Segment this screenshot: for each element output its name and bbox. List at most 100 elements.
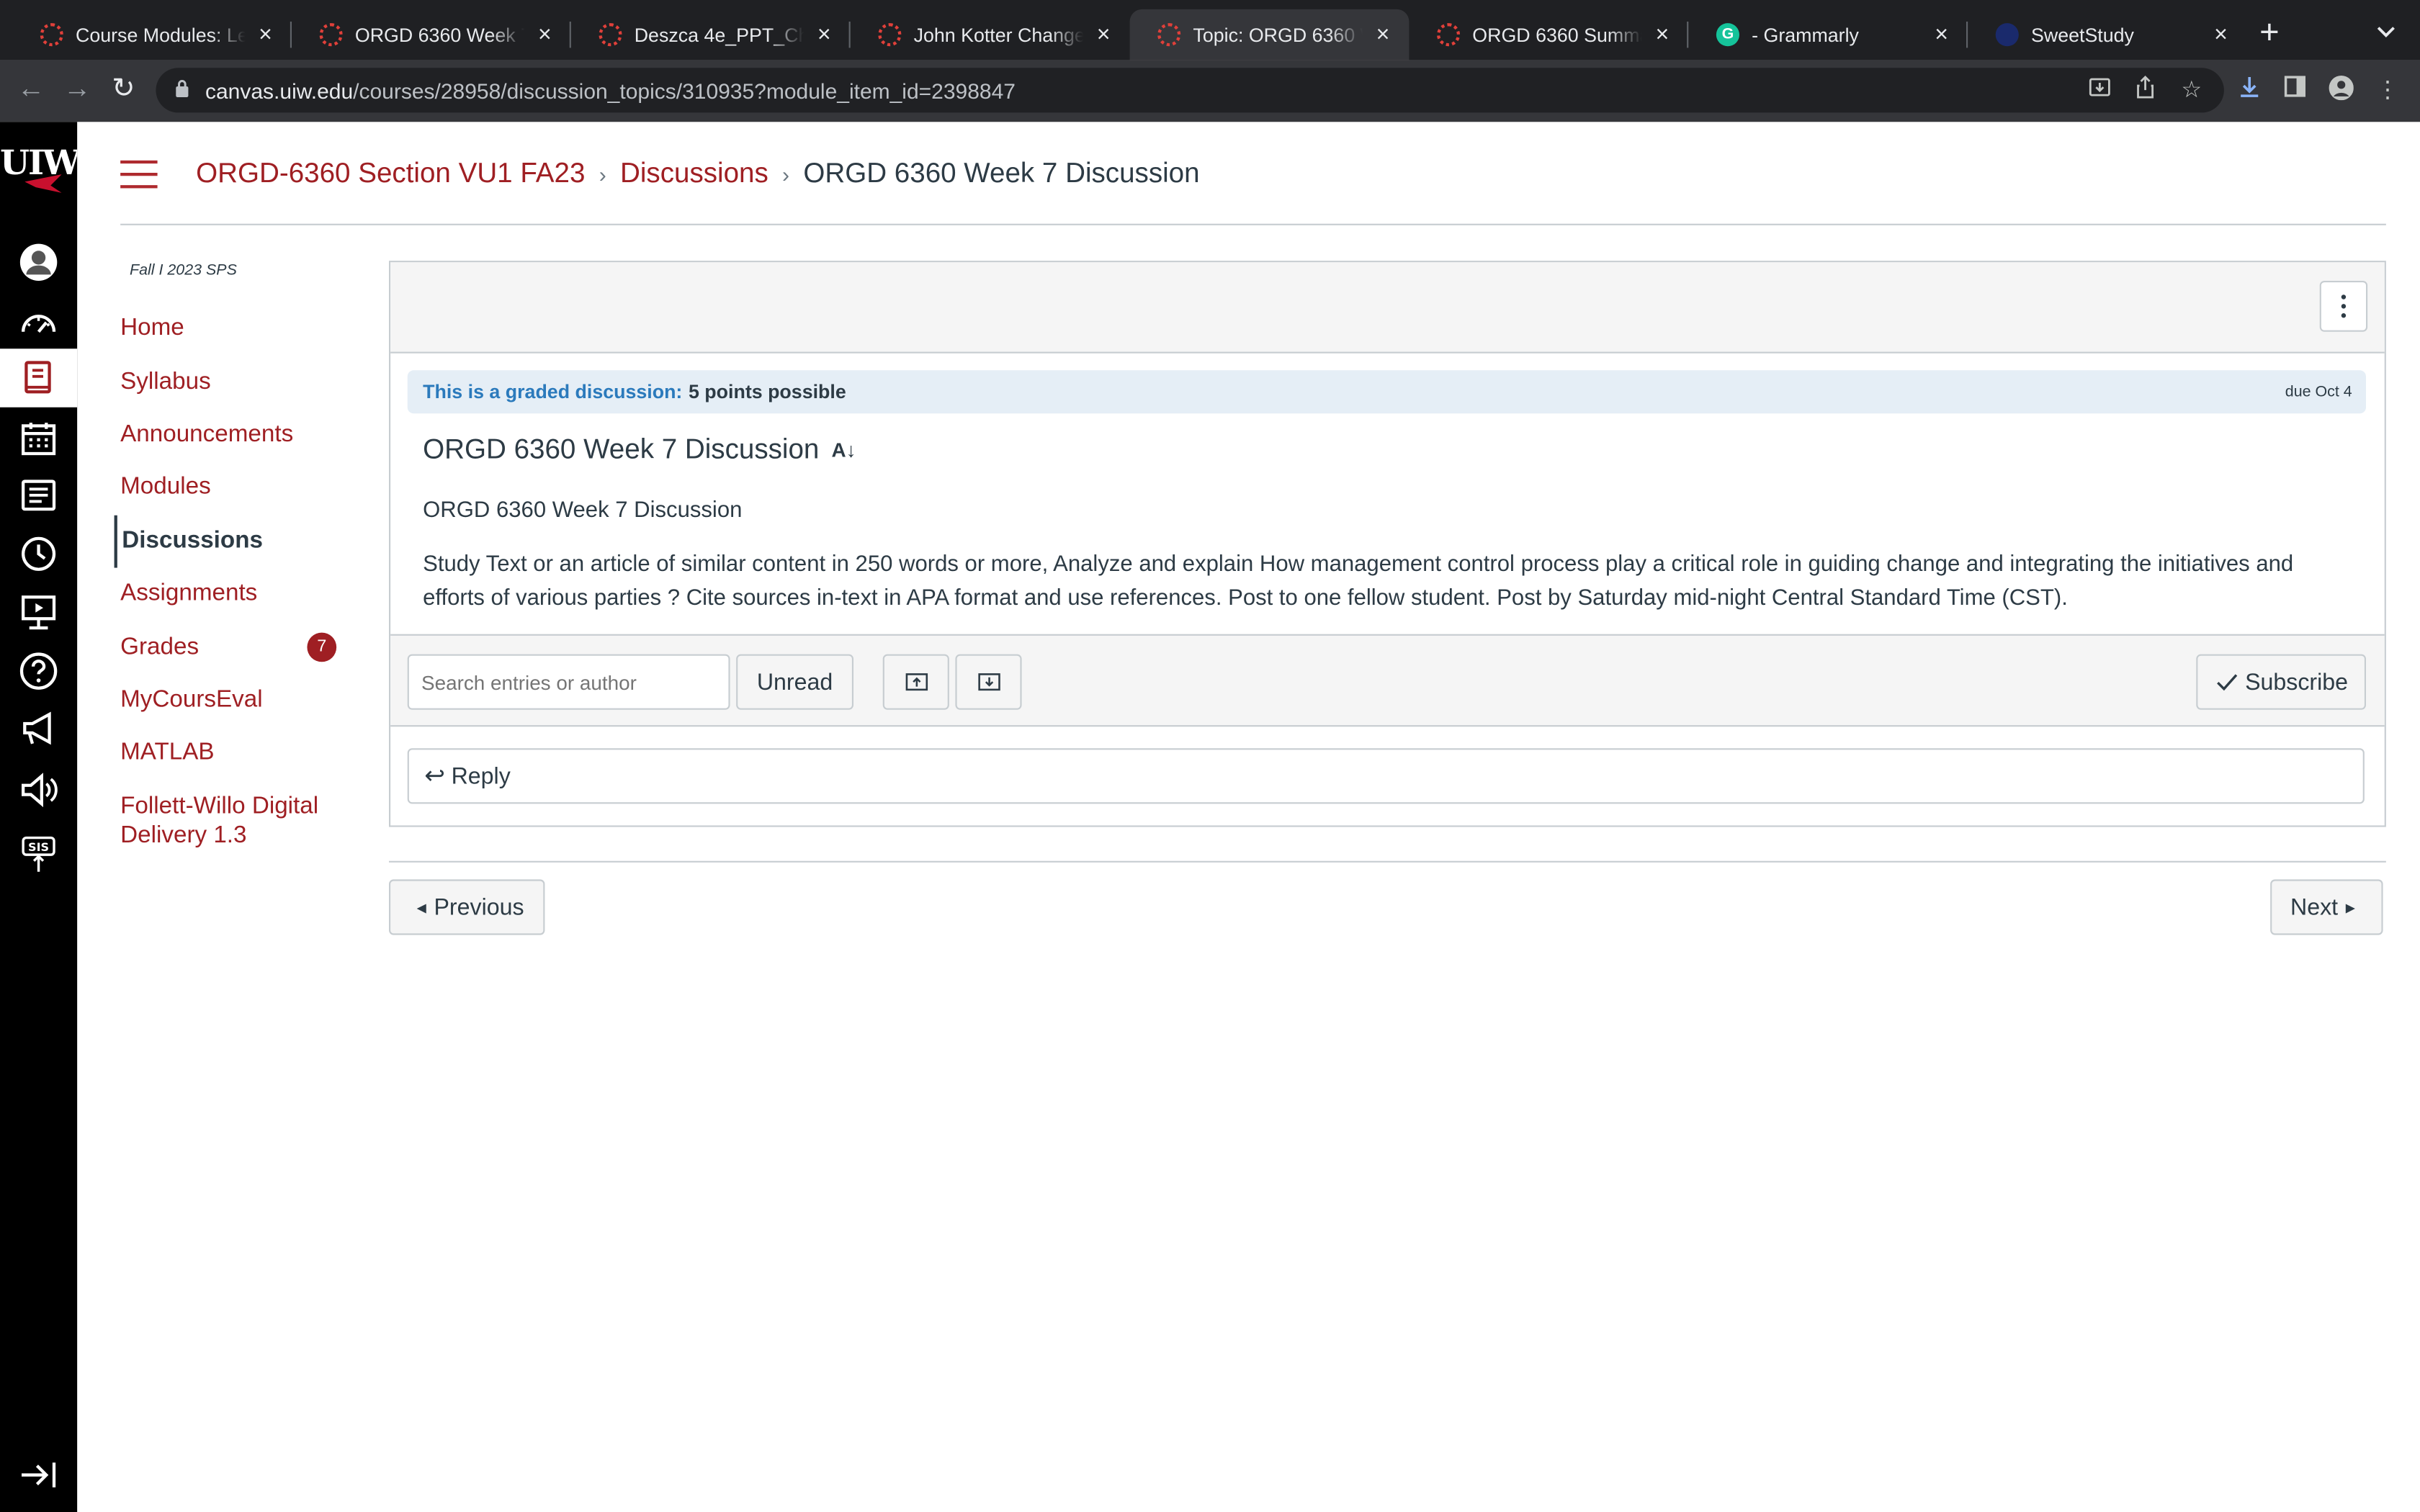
tab-search-chevron-icon[interactable] [2377, 19, 2396, 43]
course-nav-follett[interactable]: Follett-Willo Digital Delivery 1.3 [115, 780, 362, 860]
course-nav-grades[interactable]: Grades 7 [115, 621, 362, 674]
share-icon[interactable] [2130, 76, 2161, 105]
help-icon[interactable] [0, 642, 77, 700]
sort-ascending-button[interactable] [882, 654, 949, 710]
close-icon[interactable]: × [1931, 22, 1953, 48]
search-input[interactable] [407, 654, 730, 710]
due-date: due Oct 4 [2285, 383, 2352, 401]
close-icon[interactable]: × [534, 22, 555, 48]
browser-menu-icon[interactable]: ⋮ [2372, 76, 2403, 103]
reply-label: Reply [451, 762, 511, 790]
discussion-panel: This is a graded discussion: 5 points po… [389, 261, 2386, 827]
caret-right-icon: ▶ [2345, 900, 2355, 914]
side-panel-icon[interactable] [2280, 76, 2311, 104]
download-arrow-icon [977, 673, 1000, 691]
bookmark-star-icon[interactable]: ☆ [2176, 76, 2207, 103]
previous-label: Previous [434, 894, 524, 921]
points-possible: 5 points possible [688, 381, 846, 403]
studio-icon[interactable] [0, 583, 77, 642]
breadcrumb-current: ORGD 6360 Week 7 Discussion [803, 157, 1200, 189]
lock-icon [174, 78, 193, 102]
global-navigation: UIW SIS [0, 122, 78, 1512]
sort-descending-button[interactable] [955, 654, 1022, 710]
ai-summary-icon[interactable]: A↓ [832, 438, 856, 462]
breadcrumb-discussions-link[interactable]: Discussions [620, 158, 768, 190]
announcements-icon[interactable] [0, 699, 77, 757]
course-menu-hamburger-icon[interactable] [120, 160, 158, 189]
canvas-icon [319, 23, 343, 47]
inbox-icon[interactable] [0, 466, 77, 524]
more-options-icon[interactable] [2319, 281, 2368, 332]
browser-tab[interactable]: ORGD 6360 Summary × [1409, 9, 1689, 60]
sweetstudy-icon [1995, 23, 2019, 47]
history-icon[interactable] [0, 525, 77, 583]
course-nav-announcements[interactable]: Announcements [115, 408, 362, 462]
download-icon[interactable] [2233, 76, 2264, 105]
canvas-icon [40, 23, 63, 47]
term-label: Fall I 2023 SPS [130, 262, 237, 279]
subscribe-button[interactable]: Subscribe [2196, 654, 2366, 710]
graded-banner: This is a graded discussion: 5 points po… [407, 370, 2366, 414]
account-icon[interactable] [0, 233, 77, 292]
next-button[interactable]: Next ▶ [2270, 879, 2383, 935]
discussion-title: ORGD 6360 Week 7 Discussion A↓ [423, 433, 856, 466]
screen: Course Modules: Leadi × ORGD 6360 Week 7… [0, 0, 2420, 1512]
course-nav-home[interactable]: Home [115, 302, 362, 356]
close-icon[interactable]: × [1093, 22, 1114, 48]
course-nav-discussions[interactable]: Discussions [114, 514, 362, 568]
speaker-icon[interactable] [0, 760, 77, 819]
tab-title: John Kotter Change Mo [913, 24, 1084, 46]
tab-title: ORGD 6360 Summary [1472, 24, 1642, 46]
sis-icon[interactable]: SIS [0, 825, 77, 883]
reply-button[interactable]: ↩ Reply [407, 748, 2365, 804]
profile-icon[interactable] [2326, 76, 2357, 107]
course-nav-modules[interactable]: Modules [115, 462, 362, 515]
breadcrumb-course-link[interactable]: ORGD-6360 Section VU1 FA23 [196, 158, 585, 190]
course-nav-syllabus[interactable]: Syllabus [115, 356, 362, 409]
collapse-nav-icon[interactable] [0, 1446, 77, 1504]
browser-tab[interactable]: ORGD 6360 Week 7 Int × [292, 9, 571, 60]
forward-arrow-icon[interactable]: → [58, 73, 95, 105]
previous-button[interactable]: ◀ Previous [389, 879, 544, 935]
browser-tab[interactable]: John Kotter Change Mo × [851, 9, 1130, 60]
breadcrumb: ORGD-6360 Section VU1 FA23 › Discussions… [196, 158, 1199, 190]
course-nav-assignments[interactable]: Assignments [115, 567, 362, 621]
uiw-logo[interactable]: UIW [0, 143, 77, 205]
browser-toolbar: ← → ↻ canvas.uiw.edu/courses/28958/discu… [0, 60, 2420, 122]
browser-tab[interactable]: G - Grammarly × [1688, 9, 1968, 60]
install-app-icon[interactable] [2084, 76, 2115, 105]
browser-tab[interactable]: Deszca 4e_PPT_Ch10. × [571, 9, 851, 60]
course-nav-mycourseval[interactable]: MyCoursEval [115, 674, 362, 727]
unread-filter-button[interactable]: Unread [736, 654, 853, 710]
browser-tab-active[interactable]: Topic: ORGD 6360 Wee × [1129, 9, 1410, 60]
tab-title: Topic: ORGD 6360 Wee [1193, 24, 1363, 46]
course-navigation: Home Syllabus Announcements Modules Disc… [114, 302, 362, 860]
courses-icon[interactable] [0, 348, 78, 408]
close-icon[interactable]: × [813, 22, 835, 48]
tab-title: Deszca 4e_PPT_Ch10. [634, 24, 805, 46]
close-icon[interactable]: × [2210, 22, 2232, 48]
reload-icon[interactable]: ↻ [105, 73, 142, 105]
browser-tab[interactable]: SweetStudy × [1968, 9, 2247, 60]
course-nav-matlab[interactable]: MATLAB [115, 727, 362, 780]
sis-label: SIS [28, 840, 49, 854]
calendar-icon[interactable] [0, 409, 77, 467]
discussion-toolbar: Unread Subscribe [390, 634, 2385, 727]
browser-tab[interactable]: Course Modules: Leadi × [12, 9, 292, 60]
canvas-icon [1157, 23, 1181, 47]
canvas-icon [599, 23, 622, 47]
discussion-body: Study Text or an article of similar cont… [423, 552, 2294, 611]
dashboard-icon[interactable] [0, 294, 77, 353]
back-arrow-icon[interactable]: ← [12, 73, 49, 105]
close-icon[interactable]: × [1652, 22, 1673, 48]
address-bar[interactable]: canvas.uiw.edu/courses/28958/discussion_… [156, 68, 2224, 113]
discussion-subtitle: ORGD 6360 Week 7 Discussion [423, 498, 743, 523]
logo-text: UIW [0, 143, 78, 184]
close-icon[interactable]: × [255, 22, 277, 48]
subscribe-label: Subscribe [2245, 668, 2349, 696]
next-label: Next [2290, 894, 2339, 921]
discussion-header [390, 262, 2385, 354]
discussion-title-text: ORGD 6360 Week 7 Discussion [423, 433, 820, 464]
new-tab-plus-icon[interactable]: + [2259, 14, 2280, 49]
close-icon[interactable]: × [1372, 22, 1394, 48]
